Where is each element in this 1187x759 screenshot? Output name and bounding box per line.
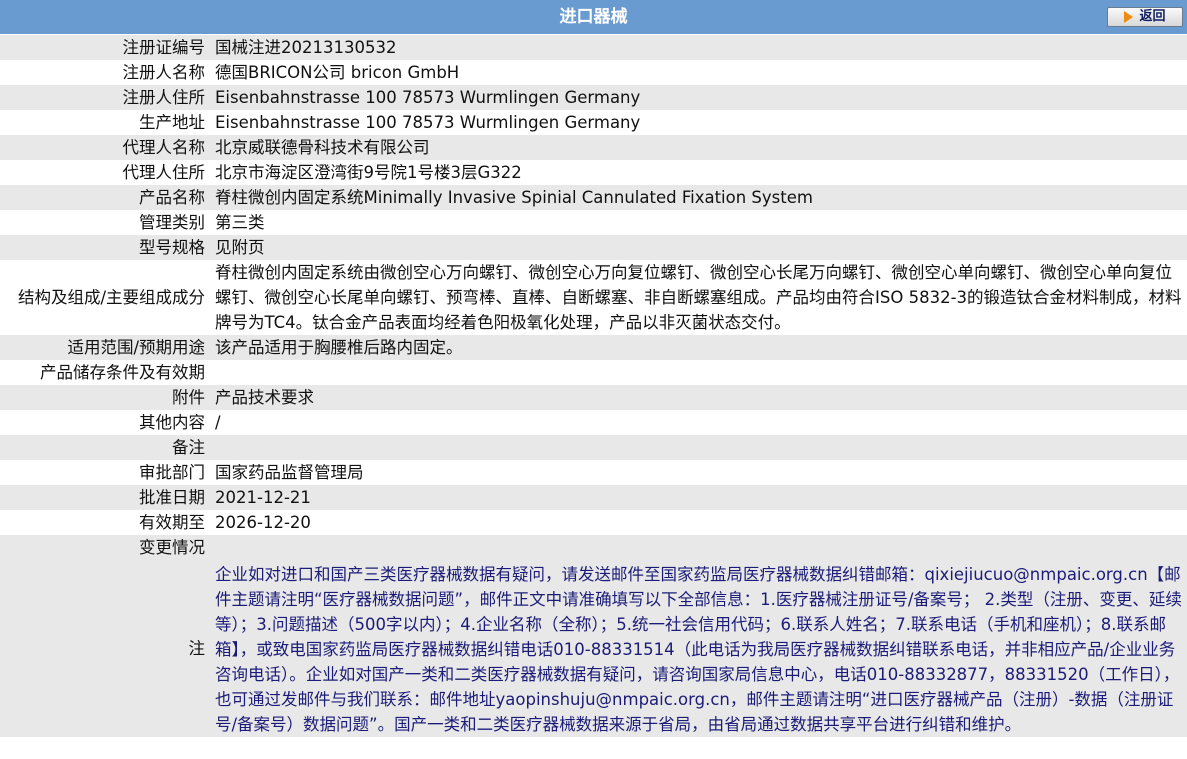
table-row: 批准日期 2021-12-21 [0,485,1187,510]
table-row: 注册人住所 Eisenbahnstrasse 100 78573 Wurmling… [0,85,1187,110]
table-row: 产品储存条件及有效期 [0,360,1187,385]
back-button[interactable]: 返回 [1107,7,1183,27]
field-value [215,360,1187,385]
field-value: 北京市海淀区澄湾街9号院1号楼3层G322 [215,163,522,182]
note-label: 注 [188,639,206,658]
table-row: 其他内容 / [0,410,1187,435]
field-label: 代理人名称 [122,138,206,157]
field-label: 变更情况 [139,538,205,557]
field-value [215,535,1187,560]
field-label: 注册证编号 [122,38,206,57]
field-label: 有效期至 [139,513,205,532]
table-row: 有效期至 2026-12-20 [0,510,1187,535]
note-row: 注企业如对进口和国产三类医疗器械数据有疑问，请发送邮件至国家药监局医疗器械数据纠… [0,560,1187,737]
table-row: 注册人名称 德国BRICON公司 bricon GmbH [0,60,1187,85]
field-value: 产品技术要求 [215,388,314,407]
field-value: 2021-12-21 [215,488,311,507]
back-label: 返回 [1139,9,1166,24]
field-value: 脊柱微创内固定系统Minimally Invasive Spinial Cann… [215,188,813,207]
table-row: 注册证编号 国械注进20213130532 [0,35,1187,60]
table-row: 代理人名称 北京威联德骨科技术有限公司 [0,135,1187,160]
field-value: / [215,413,221,432]
field-value: 德国BRICON公司 bricon GmbH [215,63,460,82]
field-label: 适用范围/预期用途 [67,338,205,357]
field-value: 2026-12-20 [215,513,311,532]
table-row: 型号规格 见附页 [0,235,1187,260]
field-label: 附件 [172,388,205,407]
field-label: 审批部门 [139,463,205,482]
field-label: 批准日期 [139,488,205,507]
field-value: 第三类 [215,213,265,232]
table-row: 生产地址 Eisenbahnstrasse 100 78573 Wurmlinge… [0,110,1187,135]
table-row: 代理人住所 北京市海淀区澄湾街9号院1号楼3层G322 [0,160,1187,185]
field-value: Eisenbahnstrasse 100 78573 Wurmlingen Ge… [215,88,641,107]
table-row: 产品名称 脊柱微创内固定系统Minimally Invasive Spinial … [0,185,1187,210]
arrow-right-icon [1124,11,1134,23]
field-label: 注册人住所 [122,88,206,107]
page-header: 进口器械 返回 [0,0,1187,35]
field-value: 该产品适用于胸腰椎后路内固定。 [215,338,463,357]
field-label: 注册人名称 [122,63,206,82]
table-row: 变更情况 [0,535,1187,560]
field-value: 国家药品监督管理局 [215,463,364,482]
field-label: 生产地址 [139,113,205,132]
detail-table: 注册证编号 国械注进20213130532 注册人名称 德国BRICON公司 bric… [0,35,1187,737]
field-value: 北京威联德骨科技术有限公司 [215,138,430,157]
field-label: 产品储存条件及有效期 [40,363,205,382]
table-row: 结构及组成/主要组成成分 脊柱微创内固定系统由微创空心万向螺钉、微创空心万向复位螺… [0,260,1187,335]
field-label: 代理人住所 [122,163,206,182]
field-label: 型号规格 [139,238,205,257]
field-value: 国械注进20213130532 [215,38,397,57]
table-row: 适用范围/预期用途 该产品适用于胸腰椎后路内固定。 [0,335,1187,360]
field-value: Eisenbahnstrasse 100 78573 Wurmlingen Ge… [215,113,641,132]
field-label: 产品名称 [139,188,205,207]
table-row: 备注 [0,435,1187,460]
field-label: 结构及组成/主要组成成分 [17,288,205,307]
field-value: 脊柱微创内固定系统由微创空心万向螺钉、微创空心万向复位螺钉、微创空心长尾万向螺钉… [215,263,1182,332]
field-label: 管理类别 [139,213,205,232]
field-label: 备注 [172,438,205,457]
page-title: 进口器械 [559,7,628,27]
table-row: 管理类别 第三类 [0,210,1187,235]
field-value [215,435,1187,460]
table-row: 审批部门 国家药品监督管理局 [0,460,1187,485]
table-row: 附件 产品技术要求 [0,385,1187,410]
field-value: 见附页 [215,238,265,257]
field-label: 其他内容 [139,413,205,432]
note-text: 企业如对进口和国产三类医疗器械数据有疑问，请发送邮件至国家药监局医疗器械数据纠错… [215,565,1182,734]
